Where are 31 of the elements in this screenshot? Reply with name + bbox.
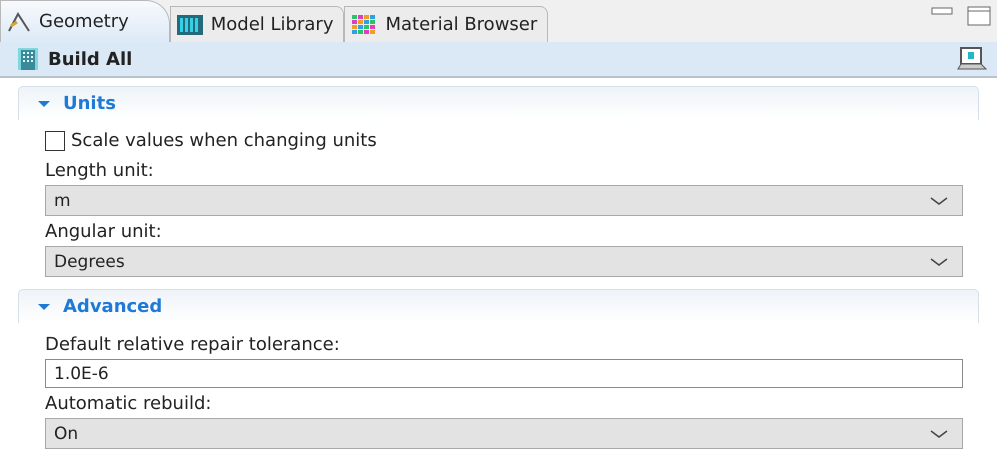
section-title: Advanced — [63, 296, 162, 317]
caret-icon[interactable] — [37, 98, 51, 108]
caret-icon[interactable] — [37, 302, 51, 312]
dropdown[interactable]: Degrees — [45, 246, 963, 277]
dropdown[interactable]: m — [45, 185, 963, 216]
checkbox[interactable] — [45, 130, 65, 150]
tab[interactable]: Model Library — [170, 6, 344, 42]
tab[interactable]: Geometry — [0, 0, 170, 42]
build-all-button[interactable]: Build All — [14, 46, 136, 72]
field-label: Automatic rebuild: — [45, 392, 212, 416]
section-header[interactable]: Advanced — [18, 289, 979, 323]
chevron-down-icon — [930, 428, 948, 438]
help-laptop-icon — [957, 47, 987, 71]
minimize-icon[interactable] — [931, 6, 953, 16]
field-label: Length unit: — [45, 159, 155, 183]
section-header[interactable]: Units — [18, 86, 979, 120]
chevron-down-icon — [930, 196, 948, 206]
input-field[interactable]: 1.0E-6 — [45, 359, 963, 388]
dropdown[interactable]: On — [45, 418, 963, 449]
books-icon — [176, 14, 203, 34]
section-title: Units — [63, 93, 116, 114]
grid-icon — [351, 14, 378, 34]
tab[interactable]: Material Browser — [344, 6, 548, 42]
building-icon — [18, 48, 38, 70]
maximize-icon[interactable] — [967, 6, 991, 26]
help-button[interactable] — [957, 47, 987, 71]
field-label: Angular unit: — [45, 220, 163, 244]
compass-icon — [7, 10, 31, 32]
checkbox-label: Scale values when changing units — [71, 130, 377, 151]
chevron-down-icon — [930, 256, 948, 266]
field-label: Default relative repair tolerance: — [45, 333, 341, 357]
